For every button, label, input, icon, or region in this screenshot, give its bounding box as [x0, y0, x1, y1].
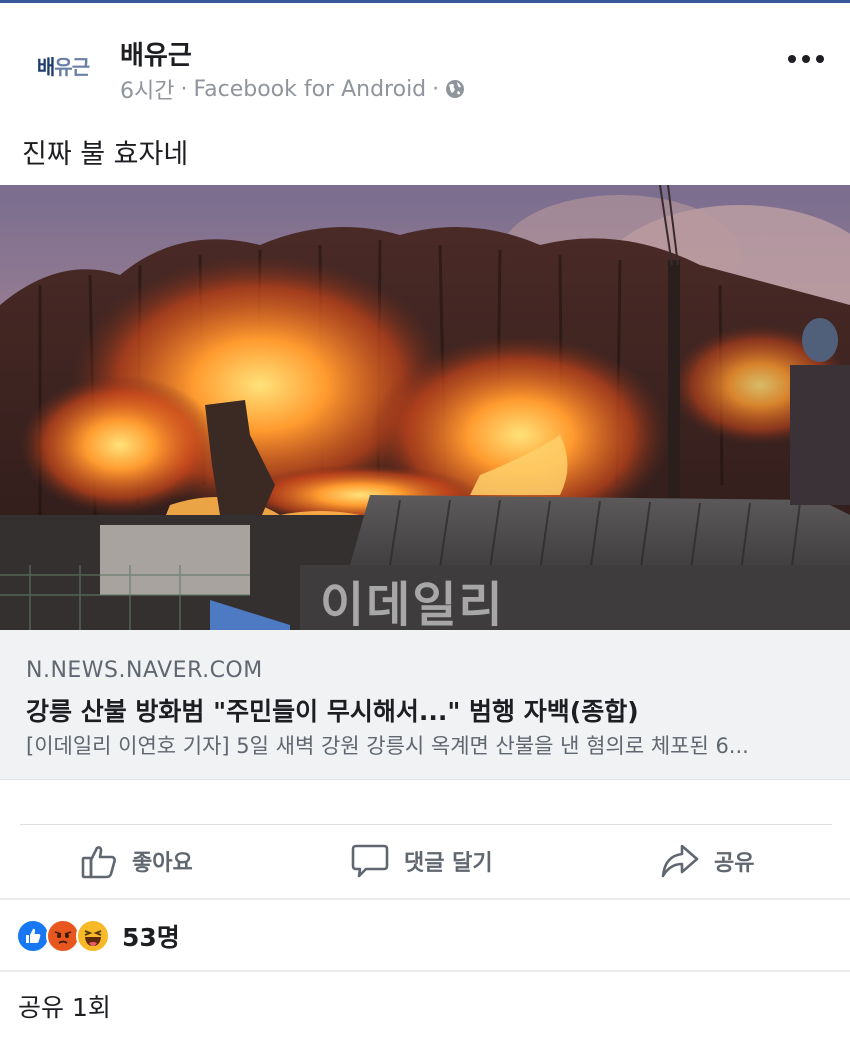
meta-separator-2: ·	[432, 76, 440, 102]
share-label: 공유	[714, 851, 755, 876]
post-actions-bar: 좋아요 댓글 달기 공유	[0, 826, 850, 896]
shares-top-divider	[0, 970, 850, 972]
link-domain: N.NEWS.NAVER.COM	[26, 658, 263, 683]
post-meta: 6시간 · Facebook for Android ·	[120, 73, 465, 105]
link-title[interactable]: 강릉 산불 방화범 "주민들이 무시해서..." 범행 자백(종합)	[26, 692, 639, 728]
meta-separator: ·	[180, 76, 188, 102]
comment-button[interactable]: 댓글 달기	[350, 826, 493, 896]
reaction-count: 53명	[122, 923, 180, 952]
link-preview-image[interactable]	[0, 185, 850, 630]
post-header: 배 유근 배유근 6시간 · Facebook for Android ·	[0, 3, 850, 113]
source-app: Facebook for Android	[193, 76, 427, 102]
avatar-text-b: 유근	[54, 54, 90, 79]
post-body-text: 진짜 불 효자네	[22, 139, 189, 170]
post-time[interactable]: 6시간	[120, 73, 174, 105]
share-button[interactable]: 공유	[660, 826, 754, 896]
more-options-icon[interactable]	[788, 53, 824, 65]
share-arrow-icon	[660, 842, 700, 880]
reactions-top-divider	[0, 898, 850, 900]
like-label: 좋아요	[132, 851, 193, 876]
link-preview-card[interactable]: N.NEWS.NAVER.COM 강릉 산불 방화범 "주민들이 무시해서...…	[0, 630, 850, 780]
haha-icon	[76, 919, 110, 953]
author-avatar[interactable]: 배 유근	[22, 29, 104, 101]
author-name[interactable]: 배유근	[120, 35, 192, 72]
share-count[interactable]: 공유 1회	[18, 988, 111, 1024]
avatar-text-a: 배	[36, 54, 55, 79]
thumbs-up-icon	[80, 842, 118, 880]
like-icon	[16, 919, 50, 953]
actions-top-divider	[20, 824, 832, 825]
comment-icon	[350, 842, 390, 880]
like-button[interactable]: 좋아요	[80, 826, 193, 896]
globe-icon	[445, 79, 465, 99]
image-watermark: 이데일리	[320, 577, 505, 633]
comment-label: 댓글 달기	[404, 851, 493, 876]
reactions-summary[interactable]: 53명	[16, 916, 180, 956]
angry-icon	[46, 919, 80, 953]
link-description: [이데일리 이연호 기자] 5일 새벽 강원 강릉시 옥계면 산불을 낸 혐의로…	[26, 734, 749, 758]
